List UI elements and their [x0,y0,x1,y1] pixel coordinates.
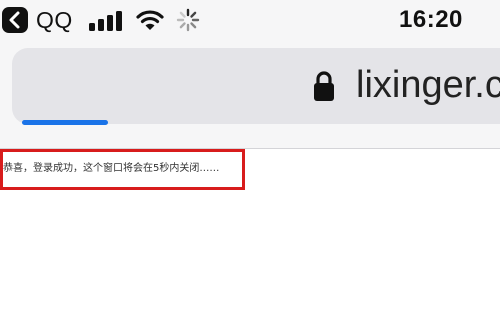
signal-icon [89,11,122,31]
page-load-progress-fill [22,120,109,125]
back-app-label[interactable]: QQ [36,6,73,34]
back-to-app-button[interactable] [2,7,28,33]
login-success-message: 恭喜，登录成功，这个窗口将会在5秒内关闭…… [3,163,220,174]
url-text[interactable]: lixinger.c [356,60,500,110]
highlighted-message-box: 恭喜，登录成功，这个窗口将会在5秒内关闭…… [0,149,245,190]
lock-icon [314,71,334,101]
screen: QQ 16:20 lixinger.c 恭喜，登录成功，这个窗口将会在5秒内关闭… [0,0,500,330]
address-bar[interactable]: lixinger.c [12,48,500,124]
back-arrow-icon [9,11,20,29]
browser-toolbar: lixinger.c [0,42,500,149]
wifi-icon [136,10,164,30]
status-clock: 16:20 [399,6,463,33]
loading-spinner-icon [176,8,200,32]
status-bar: QQ 16:20 [0,0,500,42]
page-load-progress [22,120,500,125]
